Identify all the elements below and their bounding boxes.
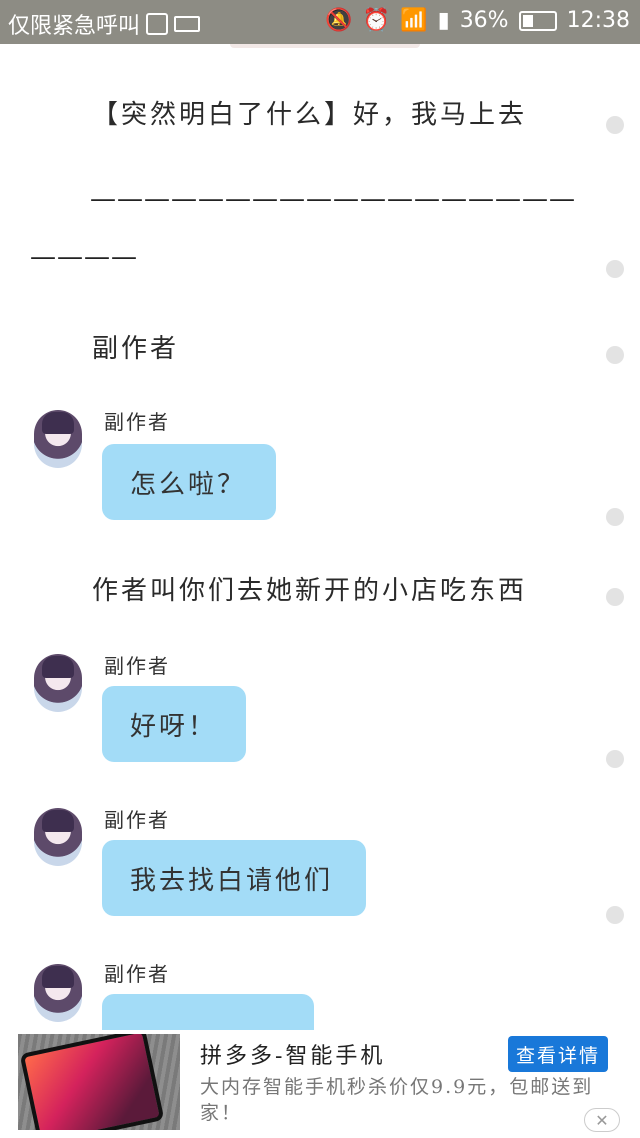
ad-image[interactable] [18, 1034, 180, 1130]
close-icon[interactable]: ✕ [584, 1108, 620, 1132]
avatar[interactable] [34, 808, 82, 866]
ad-title[interactable]: 拼多多-智能手机 [200, 1038, 385, 1070]
battery-fill [522, 14, 534, 27]
sim-icon: ▮ [437, 8, 450, 33]
mute-icon: 🔕 [325, 8, 353, 33]
avatar[interactable] [34, 964, 82, 1022]
keyboard-icon [174, 16, 201, 32]
view-details-button[interactable]: 查看详情 [508, 1036, 608, 1072]
comment-dot[interactable] [606, 346, 624, 364]
comment-dot[interactable] [606, 588, 624, 606]
alarm-icon: ⏰ [362, 8, 391, 33]
sender-name: 副作者 [104, 808, 170, 832]
avatar[interactable] [34, 654, 82, 712]
image-icon [146, 13, 169, 35]
status-left: 仅限紧急呼叫 [8, 8, 201, 40]
comment-dot[interactable] [606, 906, 624, 924]
phone-image [19, 1034, 165, 1130]
message-bubble[interactable]: 怎么啦？ [102, 444, 276, 520]
status-bar: 仅限紧急呼叫 🔕 ⏰ 📶 ▮ 36% 12:38 [0, 0, 640, 44]
comment-dot[interactable] [606, 750, 624, 768]
message-bubble[interactable]: … [102, 994, 314, 1030]
battery-icon [518, 10, 557, 31]
sender-name: 副作者 [104, 410, 170, 434]
previous-bubble-edge [230, 44, 420, 48]
sender-name: 副作者 [104, 962, 170, 986]
carrier-text: 仅限紧急呼叫 [8, 14, 141, 39]
separator-line-continued: ———— [30, 242, 138, 272]
comment-dot[interactable] [606, 508, 624, 526]
ad-description: 大内存智能手机秒杀价仅9.9元，包邮送到家！ [200, 1076, 594, 1124]
narration-label: 副作者 [92, 334, 180, 364]
ad-banner[interactable]: 拼多多-智能手机 大内存智能手机秒杀价仅9.9元，包邮送到家！ 查看详情 ✕ [0, 1030, 640, 1138]
message-bubble[interactable]: 好呀！ [102, 686, 246, 762]
message-bubble[interactable]: 我去找白请他们 [102, 840, 366, 916]
separator-line: —————————————————— [90, 184, 576, 214]
story-content[interactable]: 【突然明白了什么】好，我马上去 —————————————————— ———— … [0, 44, 640, 1030]
narration-line: 作者叫你们去她新开的小店吃东西 [92, 576, 528, 606]
wifi-icon: 📶 [400, 8, 428, 33]
status-right: 🔕 ⏰ 📶 ▮ 36% 12:38 [325, 8, 630, 33]
comment-dot[interactable] [606, 260, 624, 278]
battery-percent: 36% [459, 8, 509, 33]
story-line: 【突然明白了什么】好，我马上去 [92, 100, 528, 130]
comment-dot[interactable] [606, 116, 624, 134]
clock: 12:38 [566, 8, 630, 33]
sender-name: 副作者 [104, 654, 170, 678]
avatar[interactable] [34, 410, 82, 468]
